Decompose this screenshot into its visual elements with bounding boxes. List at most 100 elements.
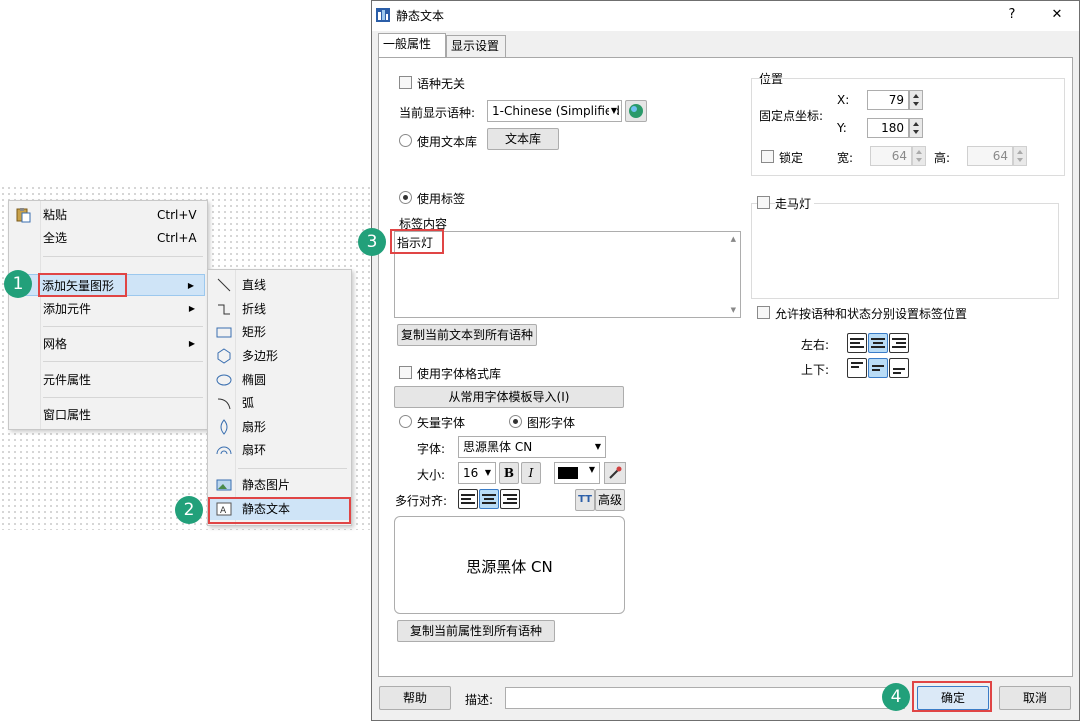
copy-text-to-all-languages-button[interactable]: 复制当前文本到所有语种	[397, 324, 537, 346]
chevron-down-icon: ▼	[594, 442, 601, 451]
context-menu: 粘贴 Ctrl+V 全选 Ctrl+A 添加矢量图形 ▶ 添加元件 ▶ 网格 ▶…	[8, 200, 208, 430]
menu-item-label: 网格	[43, 337, 68, 351]
submenu-item-static-image[interactable]: 静态图片	[210, 474, 349, 496]
tab-display-settings[interactable]: 显示设置	[446, 35, 506, 57]
ud-align-group	[847, 358, 909, 380]
menu-item-component-properties[interactable]: 元件属性	[11, 369, 205, 391]
menu-separator	[43, 397, 203, 398]
sector-icon	[216, 419, 232, 435]
submenu-item-rectangle[interactable]: 矩形	[210, 321, 349, 343]
submenu-item-label: 直线	[242, 278, 267, 292]
align-right-icon[interactable]	[889, 333, 909, 353]
current-language-select[interactable]: 1-Chinese (Simplified) ▼	[487, 100, 622, 122]
text-style-icon[interactable]: TT	[575, 489, 595, 511]
submenu-item-arc[interactable]: 弧	[210, 392, 349, 414]
image-icon	[216, 477, 232, 493]
font-color-picker[interactable]: ▼	[554, 462, 600, 484]
globe-icon[interactable]	[625, 100, 647, 122]
dialog-title: 静态文本	[396, 9, 445, 23]
scroll-down-icon[interactable]: ▼	[731, 306, 736, 314]
height-spinner[interactable]	[1013, 146, 1027, 166]
use-text-library-radio[interactable]	[399, 134, 412, 147]
marquee-checkbox[interactable]	[757, 196, 770, 209]
highlight-add-vector-shape	[38, 273, 127, 297]
submenu-item-sector[interactable]: 扇形	[210, 416, 349, 438]
submenu-item-polyline[interactable]: 折线	[210, 298, 349, 320]
allow-position-checkbox[interactable]	[757, 306, 770, 319]
lr-align-label: 左右:	[801, 338, 830, 352]
size-label: 大小:	[417, 468, 446, 482]
help-button[interactable]: 帮助	[379, 686, 451, 710]
submenu-item-polygon[interactable]: 多边形	[210, 345, 349, 367]
language-independent-label: 语种无关	[417, 77, 466, 91]
import-font-template-button[interactable]: 从常用字体模板导入(I)	[394, 386, 624, 408]
font-size-value: 16	[463, 466, 479, 480]
menu-item-select-all[interactable]: 全选 Ctrl+A	[11, 227, 205, 249]
use-font-library-checkbox[interactable]	[399, 366, 412, 379]
graphic-font-radio[interactable]	[509, 415, 522, 428]
x-spinner[interactable]	[909, 90, 923, 110]
align-right-icon[interactable]	[500, 489, 520, 509]
line-icon	[216, 277, 232, 293]
advanced-button[interactable]: 高级	[595, 489, 625, 511]
description-input[interactable]	[505, 687, 905, 709]
y-spinner[interactable]	[909, 118, 923, 138]
submenu-item-line[interactable]: 直线	[210, 274, 349, 296]
static-text-dialog: 静态文本 ? ✕ 一般属性 显示设置 语种无关 当前显示语种: 1-Chines…	[371, 0, 1080, 721]
eyedropper-icon[interactable]	[604, 462, 626, 484]
lock-checkbox[interactable]	[761, 150, 774, 163]
bold-button[interactable]: B	[499, 462, 519, 484]
menu-item-label: 元件属性	[43, 373, 92, 387]
menu-item-add-component[interactable]: 添加元件 ▶	[11, 298, 205, 320]
language-independent-checkbox[interactable]	[399, 76, 412, 89]
italic-button[interactable]: I	[521, 462, 541, 484]
text-library-button[interactable]: 文本库	[487, 128, 559, 150]
vector-font-radio[interactable]	[399, 415, 412, 428]
width-spinner[interactable]	[912, 146, 926, 166]
height-label: 高:	[934, 151, 951, 165]
font-preview-text: 思源黑体 CN	[466, 558, 553, 576]
menu-item-grid[interactable]: 网格 ▶	[11, 333, 205, 355]
chevron-down-icon: ▼	[588, 465, 595, 474]
font-select[interactable]: 思源黑体 CN ▼	[458, 436, 606, 458]
menu-separator	[43, 256, 203, 257]
menu-item-label: 粘贴	[43, 208, 68, 222]
align-left-icon[interactable]	[458, 489, 478, 509]
current-language-value: 1-Chinese (Simplified)	[492, 104, 622, 118]
align-center-icon[interactable]	[868, 333, 888, 353]
align-top-icon[interactable]	[847, 358, 867, 378]
height-input[interactable]: 64	[967, 146, 1013, 166]
submenu-item-ellipse[interactable]: 椭圆	[210, 369, 349, 391]
align-middle-icon[interactable]	[868, 358, 888, 378]
menu-item-label: 添加元件	[43, 302, 92, 316]
menu-item-paste[interactable]: 粘贴 Ctrl+V	[11, 204, 205, 226]
submenu-item-label: 扇环	[242, 443, 267, 457]
align-center-icon[interactable]	[479, 489, 499, 509]
menu-item-shortcut: Ctrl+A	[157, 231, 197, 245]
highlight-static-text	[208, 497, 351, 524]
cancel-button[interactable]: 取消	[999, 686, 1071, 710]
graphic-font-label: 图形字体	[527, 416, 576, 430]
tab-general[interactable]: 一般属性	[378, 33, 446, 57]
align-bottom-icon[interactable]	[889, 358, 909, 378]
menu-item-window-properties[interactable]: 窗口属性	[11, 404, 205, 426]
width-input[interactable]: 64	[870, 146, 912, 166]
scroll-up-icon[interactable]: ▲	[731, 235, 736, 243]
use-label-radio[interactable]	[399, 191, 412, 204]
copy-attr-to-all-languages-button[interactable]: 复制当前属性到所有语种	[397, 620, 555, 642]
align-left-icon[interactable]	[847, 333, 867, 353]
dialog-titlebar: 静态文本 ? ✕	[372, 1, 1079, 31]
label-content-textarea[interactable]: 指示灯 ▲ ▼	[394, 231, 741, 318]
help-icon[interactable]: ?	[1000, 5, 1024, 25]
ellipse-icon	[216, 372, 232, 388]
rectangle-icon	[216, 324, 232, 340]
close-icon[interactable]: ✕	[1045, 5, 1069, 25]
font-size-select[interactable]: 16 ▼	[458, 462, 496, 484]
submenu-item-label: 弧	[242, 396, 255, 410]
x-coordinate-input[interactable]: 79	[867, 90, 909, 110]
multiline-align-group	[458, 489, 520, 511]
y-coordinate-input[interactable]: 180	[867, 118, 909, 138]
menu-separator	[238, 468, 347, 469]
submenu-item-ring-sector[interactable]: 扇环	[210, 439, 349, 461]
font-value: 思源黑体 CN	[463, 440, 533, 454]
